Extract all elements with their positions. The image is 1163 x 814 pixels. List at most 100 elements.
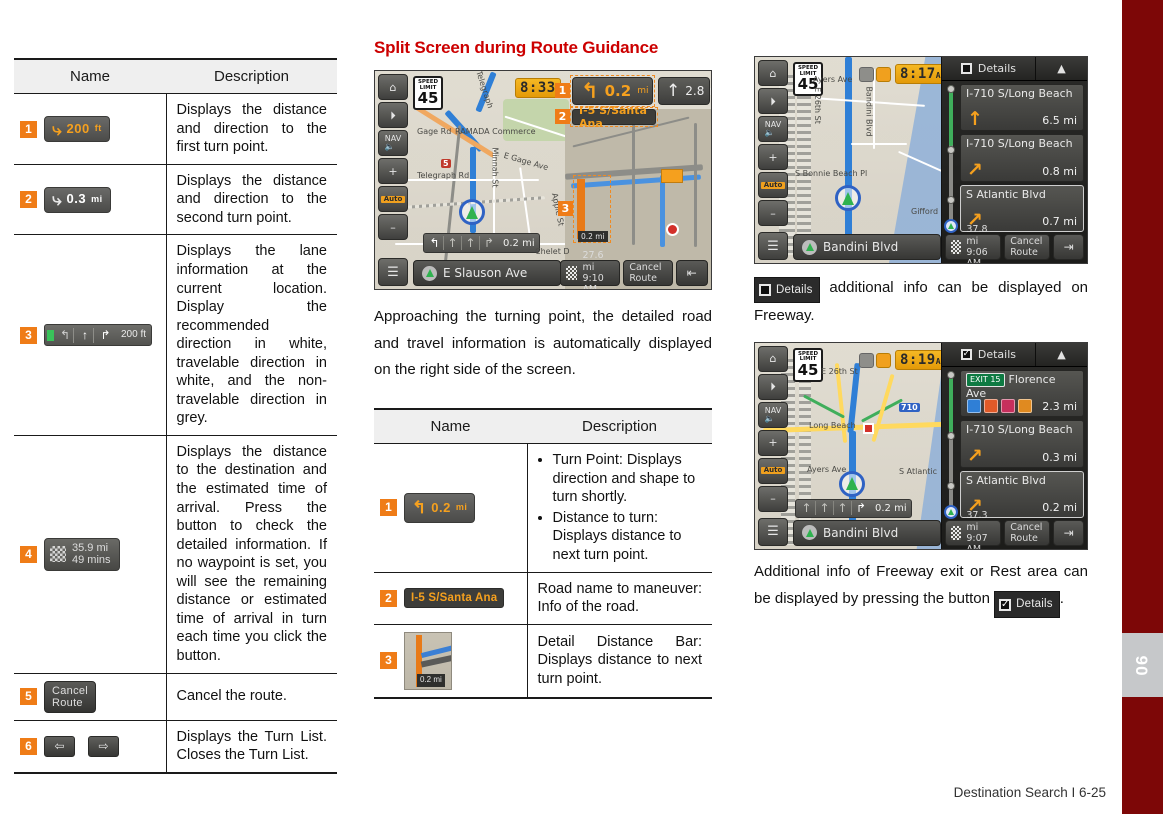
callout-badge: 6 <box>20 737 37 755</box>
eta-panel[interactable]: 27.6 mi 9:10 AM <box>560 250 621 289</box>
status-bar-right: 37.3 mi 9:07 AM Cancel Route ⇥ <box>945 510 1084 549</box>
current-position-icon <box>839 470 865 497</box>
progress-node <box>947 146 955 155</box>
hotel-icon <box>1001 399 1015 414</box>
heading-arrow-icon <box>846 477 858 491</box>
checkbox-icon <box>759 284 771 296</box>
map-label: Minnah St <box>490 147 500 188</box>
table-row: 3 0.2 mi Detail Distance Bar: Displays d… <box>374 624 712 699</box>
turn-distance: 2.3 mi <box>1042 400 1077 414</box>
straight-arrow-icon: ↑ <box>967 108 983 131</box>
callout-badge: 1 <box>380 499 397 517</box>
cancel-route-button[interactable]: Cancel Route <box>1004 234 1051 260</box>
lane-1-icon: ↑ <box>798 501 816 516</box>
details-button-glyph[interactable]: Details <box>754 276 820 304</box>
auto-zoom-icon[interactable]: Auto <box>758 172 788 198</box>
chip-distance: 0.3 <box>66 191 87 207</box>
cancel-route-button[interactable]: Cancel Route <box>1004 519 1051 546</box>
home-icon[interactable]: ⌂ <box>758 345 788 372</box>
menu-icon[interactable]: ☰ <box>378 258 408 286</box>
details-label: Details <box>977 62 1017 75</box>
zoom-out-icon[interactable]: – <box>758 485 788 512</box>
home-icon[interactable]: ⌂ <box>758 60 788 86</box>
zoom-in-icon[interactable]: + <box>378 158 408 184</box>
description-cell: Displays the distance and direction to t… <box>166 93 337 165</box>
list-item[interactable]: EXIT 15 Florence Ave 2.3 mi <box>960 369 1084 418</box>
turn-distance: 0.7 mi <box>1042 214 1077 228</box>
traffic-icon <box>859 352 874 368</box>
interstate-710-shield-icon: 710 <box>899 402 920 412</box>
eta-panel[interactable]: 37.3 mi 9:07 AM <box>945 510 1002 549</box>
lane-distance-label: 0.2 mi <box>503 237 535 249</box>
menu-icon[interactable]: ☰ <box>758 232 788 260</box>
name-cell: 5 Cancel Route <box>14 673 167 721</box>
details-toggle-button[interactable]: Details <box>942 57 1036 80</box>
manual-page: Name Description 1 ⤷ 200 ft Displays the… <box>0 0 1163 814</box>
compass-icon[interactable]: ⏵ <box>758 373 788 400</box>
clock-display: 8:33 <box>515 78 561 98</box>
eta-panel[interactable]: 37.8 mi 9:06 AM <box>945 224 1002 263</box>
name-cell: 1 ↰ 0.2 mi <box>374 443 528 573</box>
hd-radio-icon <box>876 67 891 82</box>
checkbox-checked-icon: ✓ <box>999 598 1012 611</box>
details-label: Details <box>1016 598 1053 611</box>
zoom-in-icon[interactable]: + <box>758 144 788 170</box>
map-label: Bandini Blvd <box>864 86 874 137</box>
auto-zoom-icon[interactable]: Auto <box>378 186 408 212</box>
turn-list-toggle-button[interactable]: ⇥ <box>1053 519 1084 546</box>
compass-icon[interactable]: ⏵ <box>378 102 408 128</box>
turn-list-toggle-button[interactable]: ⇤ <box>675 260 708 286</box>
exit-number-badge: EXIT 15 <box>966 372 1005 387</box>
progress-node <box>947 85 955 93</box>
middle-column: Split Screen during Route Guidance 0.2 m… <box>374 38 712 699</box>
checkered-flag-icon <box>566 266 578 280</box>
checkered-flag-icon <box>951 525 962 540</box>
lane-3-icon: ↑ <box>834 501 852 516</box>
map-label: Telegraph Rd <box>417 171 470 180</box>
map-control-rail: ⌂ ⏵ NAV 🔈 + Auto – <box>758 60 788 226</box>
zoom-out-icon[interactable]: – <box>378 214 408 240</box>
close-turn-list-icon: ⇨ <box>88 735 119 757</box>
nav-volume-icon[interactable]: NAV 🔈 <box>758 401 788 428</box>
auto-zoom-icon[interactable]: Auto <box>758 457 788 484</box>
name-cell: 2 I-5 S/Santa Ana <box>374 572 528 625</box>
map-label: E 26th St <box>821 366 858 376</box>
lane-distance-label: 200 ft <box>121 328 147 340</box>
speed-limit-value: 45 <box>417 89 439 107</box>
zoom-in-icon[interactable]: + <box>758 429 788 456</box>
description-cell: Displays the distance to the destination… <box>166 435 337 674</box>
list-item[interactable]: I-710 S/Long Beach ↗ 0.8 mi <box>960 134 1084 182</box>
home-icon[interactable]: ⌂ <box>378 74 408 100</box>
map-label: S Atlantic <box>899 466 938 476</box>
zoom-out-icon[interactable]: – <box>758 200 788 226</box>
cancel-route-button[interactable]: Cancel Route <box>623 260 673 286</box>
details-button-glyph-checked[interactable]: ✓ Details <box>994 591 1060 618</box>
compass-icon[interactable]: ⏵ <box>758 88 788 114</box>
callout-1: 1 <box>555 83 570 98</box>
compass-mode-button[interactable]: ▲ <box>1035 342 1087 366</box>
turn-right-second-chip-icon: ⤷ 0.3 mi <box>44 186 111 213</box>
route-progress-bar <box>944 85 958 233</box>
details-toggle-button[interactable]: ✓ Details <box>942 342 1036 366</box>
cancel-label-line1: Cancel <box>52 684 89 697</box>
menu-icon[interactable]: ☰ <box>758 517 788 546</box>
position-marker-icon <box>802 525 817 541</box>
progress-car-icon <box>944 219 958 233</box>
lane-3-icon: ↑ <box>462 236 480 250</box>
map-label: Gifford <box>911 207 939 216</box>
current-position-icon <box>459 199 485 225</box>
position-marker-icon <box>802 239 817 255</box>
lane-4-icon: ↱ <box>483 236 495 250</box>
callout-badge: 2 <box>20 191 37 209</box>
checkbox-checked-icon: ✓ <box>960 348 972 360</box>
nav-volume-icon[interactable]: NAV 🔈 <box>378 130 408 156</box>
map-label: Ayers Ave <box>813 75 853 84</box>
compass-mode-button[interactable]: ▲ <box>1035 57 1087 80</box>
list-item[interactable]: I-710 S/Long Beach ↗ 0.3 mi <box>960 420 1084 468</box>
guidance-next-turn-chip[interactable]: ↑ 2.8 mi <box>658 77 711 105</box>
turn-list-toggle-button[interactable]: ⇥ <box>1053 234 1084 260</box>
nav-volume-icon[interactable]: NAV 🔈 <box>758 116 788 142</box>
cancel-label-line1: Cancel <box>1010 235 1043 247</box>
turn-road-name: I-710 S/Long Beach <box>966 137 1073 151</box>
list-item[interactable]: I-710 S/Long Beach ↑ 6.5 mi <box>960 84 1084 132</box>
